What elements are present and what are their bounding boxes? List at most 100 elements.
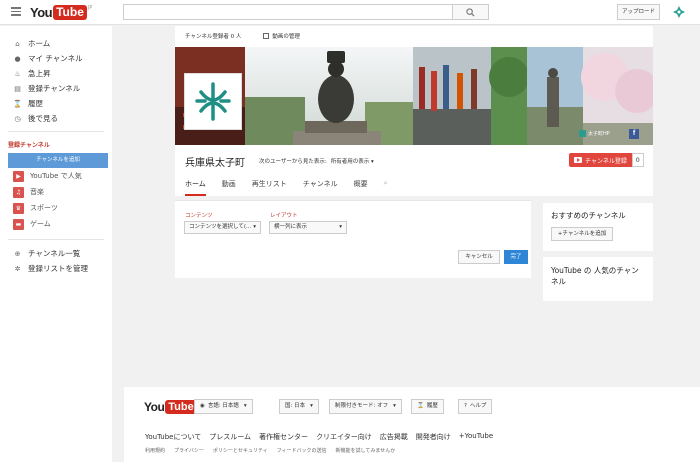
- flame-icon: ♨: [14, 69, 21, 78]
- video-manager-label: 動画の管理: [272, 34, 300, 40]
- sidebar-item-history[interactable]: ⌛ 履歴: [0, 96, 112, 111]
- section-edit-panel: コンテンツ コンテンツを選択して(... ▾ レイアウト 横一列に表示 ▾ キャンセ…: [175, 200, 531, 278]
- sidebar-item-label: チャンネル一覧: [28, 249, 81, 258]
- footer-link[interactable]: YouTubeについて: [145, 432, 201, 442]
- sidebar-item-manage-subscriptions[interactable]: ✲ 登録リストを管理: [0, 261, 112, 276]
- sidebar-sub-gaming[interactable]: ▬ ゲーム: [0, 216, 112, 232]
- add-channel-button[interactable]: +チャンネルを追加: [551, 227, 613, 241]
- sidebar-item-subscriptions[interactable]: ▤ 登録チャンネル: [0, 81, 112, 96]
- channel-avatar[interactable]: [184, 73, 242, 130]
- layout-dropdown-value: 横一列に表示: [274, 224, 308, 230]
- sidebar-item-trending[interactable]: ♨ 急上昇: [0, 66, 112, 81]
- logo-region: JP: [87, 5, 93, 11]
- sidebar-item-watch-later[interactable]: ◷ 後で見る: [0, 111, 112, 126]
- channel-top-bar: チャンネル登録者 0 人 動画の管理: [175, 26, 653, 46]
- tab-home[interactable]: ホーム: [185, 179, 206, 196]
- country-button[interactable]: 国: 日本 ▾: [279, 399, 319, 414]
- sidebar-sub-label: YouTube で人気: [30, 172, 82, 180]
- sidebar-sub-popular[interactable]: ▶ YouTube で人気: [0, 168, 112, 184]
- language-icon: ◉: [200, 403, 205, 409]
- sidebar-item-my-channel[interactable]: ● マイ チャンネル: [0, 51, 112, 66]
- footer-secondary-links: 利用規約 プライバシー ポリシーとセキュリティ フィードバックの送信 新機能を試…: [145, 447, 404, 454]
- sidebar-item-label: 履歴: [28, 99, 43, 108]
- footer-links: YouTubeについて プレスルーム 著作権センター クリエイター向け 広告掲載…: [145, 432, 501, 442]
- search-icon: [466, 7, 475, 17]
- subscribe-count: 0: [631, 153, 644, 167]
- footer-youtube-logo[interactable]: You Tube: [144, 400, 197, 414]
- content-dropdown-value: コンテンツを選択して(...: [189, 224, 252, 230]
- sidebar-item-label: 急上昇: [28, 69, 51, 78]
- website-icon: [579, 130, 586, 137]
- footer-link[interactable]: プレスルーム: [209, 432, 251, 442]
- search-button[interactable]: [453, 4, 489, 20]
- sidebar-item-browse-channels[interactable]: ⊕ チャンネル一覧: [0, 246, 112, 261]
- headphones-icon: ♫: [13, 186, 24, 198]
- footer-link[interactable]: フィードバックの送信: [277, 447, 327, 454]
- person-icon: ●: [14, 54, 21, 63]
- tab-videos[interactable]: 動画: [222, 179, 236, 196]
- content-label: コンテンツ: [185, 213, 213, 219]
- language-button[interactable]: ◉ 言語: 日本語 ▾: [194, 399, 253, 414]
- layout-dropdown[interactable]: 横一列に表示 ▾: [269, 221, 347, 234]
- restricted-mode-button[interactable]: 制限付きモード: オフ ▾: [329, 399, 402, 414]
- help-button[interactable]: ? ヘルプ: [458, 399, 493, 414]
- search-input[interactable]: [123, 4, 453, 20]
- logo-tube-text: Tube: [53, 5, 87, 20]
- sidebar-divider: [8, 131, 104, 132]
- subscribe-button[interactable]: チャンネル登録 0: [569, 153, 644, 167]
- footer-link[interactable]: 開発者向け: [416, 432, 451, 442]
- chevron-down-icon: ▾: [339, 224, 342, 230]
- home-icon: ⌂: [15, 39, 20, 48]
- footer-link[interactable]: クリエイター向け: [316, 432, 372, 442]
- footer-link[interactable]: 新機能を試してみませんか: [336, 447, 396, 454]
- footer-link[interactable]: 利用規約: [145, 447, 165, 454]
- hourglass-icon: ⌛: [417, 403, 424, 409]
- tab-playlists[interactable]: 再生リスト: [252, 179, 287, 196]
- town-emblem-icon: [195, 82, 231, 121]
- upload-button[interactable]: アップロード: [617, 4, 660, 20]
- popular-channels-title[interactable]: YouTube の 人気のチャンネル: [551, 265, 645, 287]
- subscribe-label-box: チャンネル登録: [569, 153, 632, 167]
- top-bar: You Tube JP アップロード: [0, 0, 700, 25]
- footer-link[interactable]: ポリシーとセキュリティ: [213, 447, 268, 454]
- footer-link[interactable]: 広告掲載: [380, 432, 408, 442]
- footer-link[interactable]: 著作権センター: [259, 432, 308, 442]
- menu-icon[interactable]: [11, 7, 21, 16]
- cancel-button[interactable]: キャンセル: [458, 250, 500, 264]
- language-label: 言語: 日本語: [207, 403, 239, 409]
- channel-search-icon[interactable]: ⌕: [384, 179, 388, 196]
- plus-circle-icon: ⊕: [14, 249, 21, 258]
- sidebar-item-label: 登録リストを管理: [28, 264, 88, 273]
- youtube-play-icon: [574, 157, 582, 163]
- sidebar-item-home[interactable]: ⌂ ホーム: [0, 36, 112, 51]
- video-manager-link[interactable]: 動画の管理: [263, 32, 300, 40]
- footer-link[interactable]: プライバシー: [174, 447, 204, 454]
- tab-about[interactable]: 概要: [354, 179, 368, 196]
- sidebar-sub-label: 音楽: [30, 188, 44, 196]
- chevron-down-icon: ▾: [243, 403, 247, 409]
- facebook-icon[interactable]: f: [629, 129, 639, 139]
- channel-title: 兵庫県太子町: [185, 157, 245, 169]
- banner-website-link[interactable]: 太子町HP: [579, 130, 610, 137]
- content-dropdown[interactable]: コンテンツを選択して(... ▾: [184, 221, 261, 234]
- clock-icon: ◷: [14, 114, 21, 123]
- add-channel-button[interactable]: チャンネルを追加: [8, 153, 108, 168]
- done-button[interactable]: 完了: [504, 250, 528, 264]
- logo-tube-text: Tube: [165, 400, 197, 414]
- help-icon: ?: [464, 403, 467, 409]
- sidebar: ⌂ ホーム ● マイ チャンネル ♨ 急上昇 ▤ 登録チャンネル ⌛ 履歴 ◷ 後で見る 登…: [0, 26, 112, 462]
- sidebar-sub-label: スポーツ: [30, 204, 58, 212]
- youtube-logo[interactable]: You Tube JP: [30, 5, 92, 20]
- history-button[interactable]: ⌛ 履歴: [411, 399, 444, 414]
- sidebar-sub-sports[interactable]: ♛ スポーツ: [0, 200, 112, 216]
- sidebar-item-label: ホーム: [28, 39, 51, 48]
- account-icon[interactable]: [672, 5, 686, 19]
- tab-channels[interactable]: チャンネル: [303, 179, 338, 196]
- chevron-down-icon: ▾: [253, 224, 256, 230]
- footer-link[interactable]: +YouTube: [459, 432, 493, 442]
- country-label: 国: 日本: [285, 403, 306, 409]
- sidebar-sub-music[interactable]: ♫ 音楽: [0, 184, 112, 200]
- view-as-selector[interactable]: 次のユーザーから見た表示: 所有者用の表示 ▾: [259, 157, 374, 165]
- sidebar-item-label: マイ チャンネル: [28, 54, 83, 63]
- sidebar-sub-label: ゲーム: [30, 220, 51, 228]
